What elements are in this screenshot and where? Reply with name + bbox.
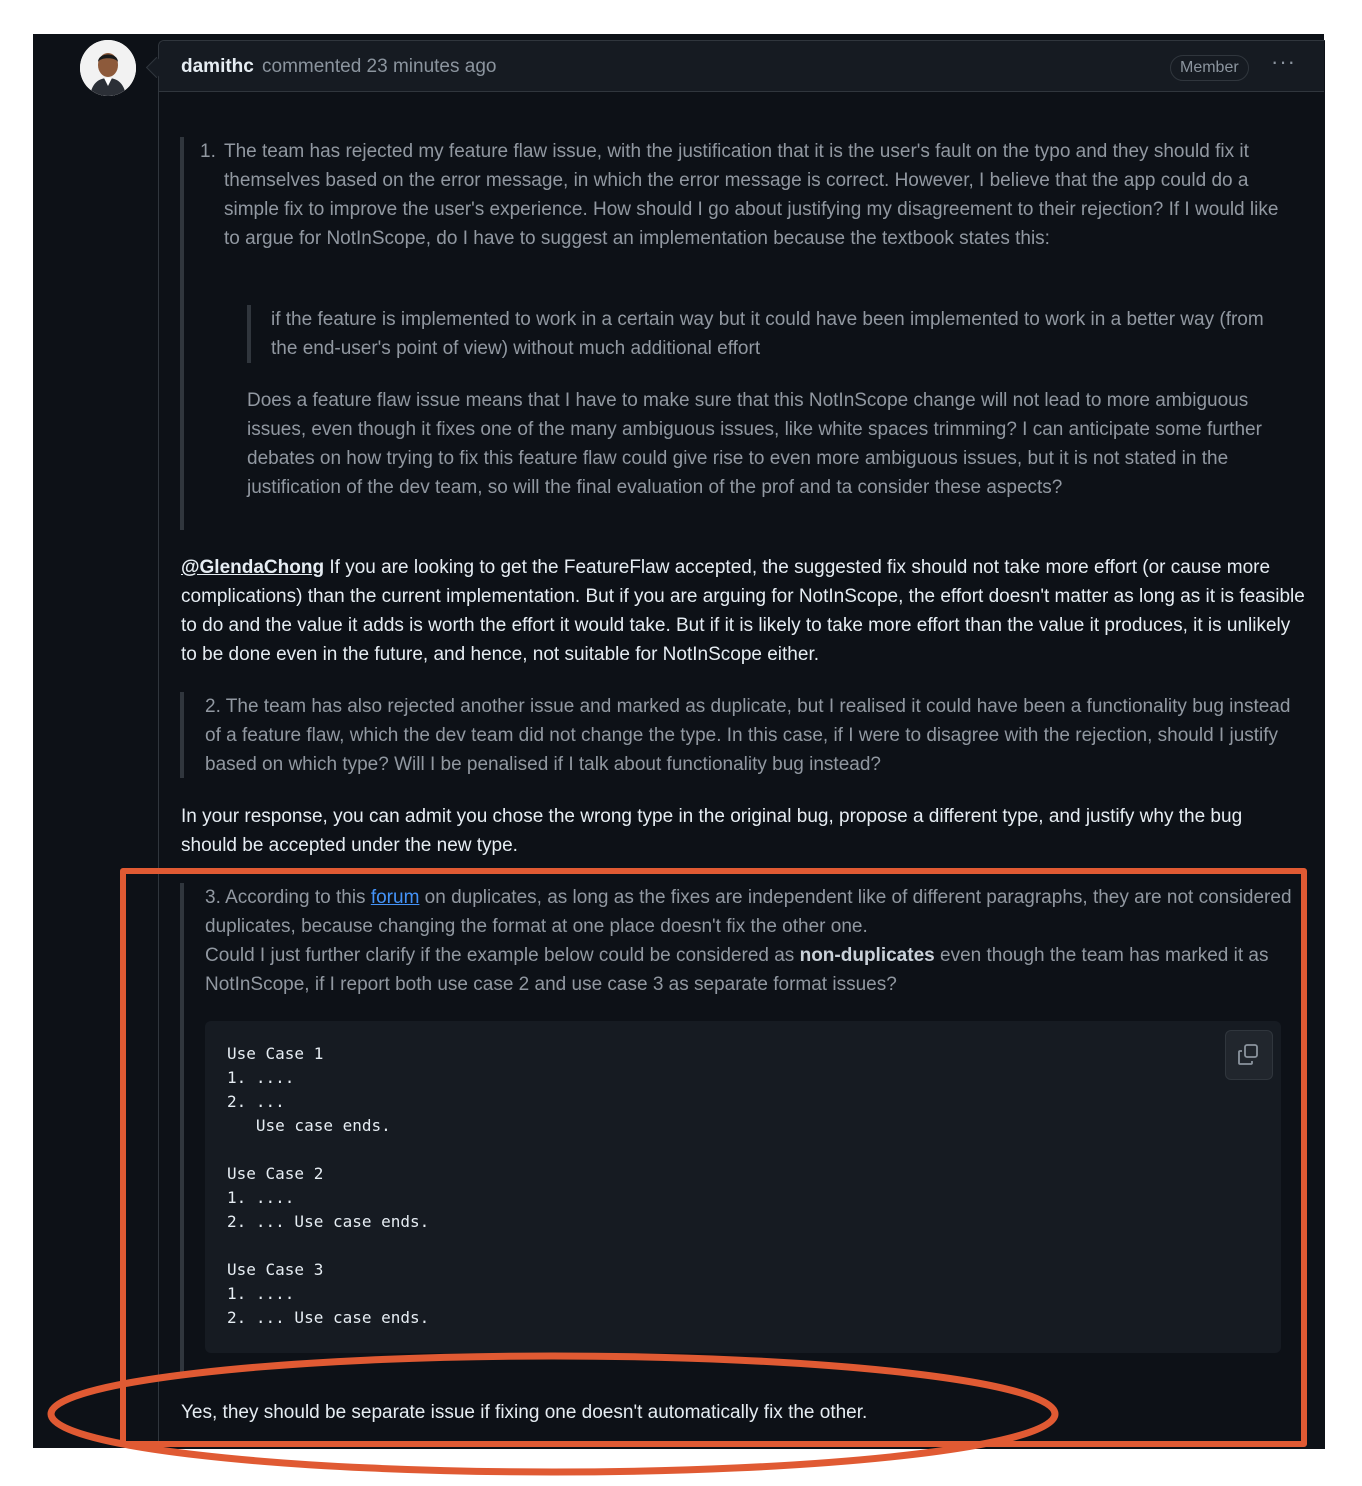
reply-1-text: If you are looking to get the FeatureFla… xyxy=(181,557,1305,665)
quote-3-line-2-prefix: Could I just further clarify if the exam… xyxy=(205,945,800,966)
comment-author-link[interactable]: damithc xyxy=(181,56,254,78)
quote-1-follow-up: Does a feature flaw issue means that I h… xyxy=(247,390,1262,498)
member-badge: Member xyxy=(1170,55,1249,81)
forum-link[interactable]: forum xyxy=(371,887,420,908)
reply-paragraph-3: Yes, they should be separate issue if fi… xyxy=(181,1402,868,1423)
nested-quote: if the feature is implemented to work in… xyxy=(247,305,1291,363)
copy-icon xyxy=(1238,1044,1258,1065)
reply-paragraph-1: @GlendaChong If you are looking to get t… xyxy=(181,553,1306,669)
comment-timestamp[interactable]: commented 23 minutes ago xyxy=(262,56,496,78)
quote-block-2: 2. The team has also rejected another is… xyxy=(180,692,1305,778)
quote-1-text: The team has rejected my feature flaw is… xyxy=(224,141,1279,249)
quote-block-3: 3. According to this forum on duplicates… xyxy=(180,883,1310,1373)
quote-1-list-item: 1. The team has rejected my feature flaw… xyxy=(200,137,1284,253)
quote-3-line-2: Could I just further clarify if the exam… xyxy=(205,941,1310,999)
code-block: Use Case 1 1. .... 2. ... Use case ends.… xyxy=(205,1021,1281,1353)
comment-options-icon[interactable]: ··· xyxy=(1271,49,1296,75)
quote-block-1: 1. The team has rejected my feature flaw… xyxy=(180,137,1304,530)
copy-button[interactable] xyxy=(1225,1030,1273,1080)
user-mention-link[interactable]: @GlendaChong xyxy=(181,557,324,578)
comment-header: damithc commented 23 minutes ago Member … xyxy=(159,41,1324,92)
quote-3-bold-term: non-duplicates xyxy=(799,945,935,966)
nested-quote-text: if the feature is implemented to work in… xyxy=(271,309,1264,359)
quote-3-prefix: 3. According to this xyxy=(205,887,371,908)
reply-paragraph-2: In your response, you can admit you chos… xyxy=(181,806,1243,856)
quote-1-number: 1. xyxy=(200,141,216,162)
quote-3-line-1: 3. According to this forum on duplicates… xyxy=(205,883,1310,941)
author-avatar[interactable] xyxy=(80,40,136,96)
code-content[interactable]: Use Case 1 1. .... 2. ... Use case ends.… xyxy=(227,1042,429,1330)
quote-2-text: 2. The team has also rejected another is… xyxy=(205,696,1291,775)
avatar-portrait-icon xyxy=(80,40,136,96)
